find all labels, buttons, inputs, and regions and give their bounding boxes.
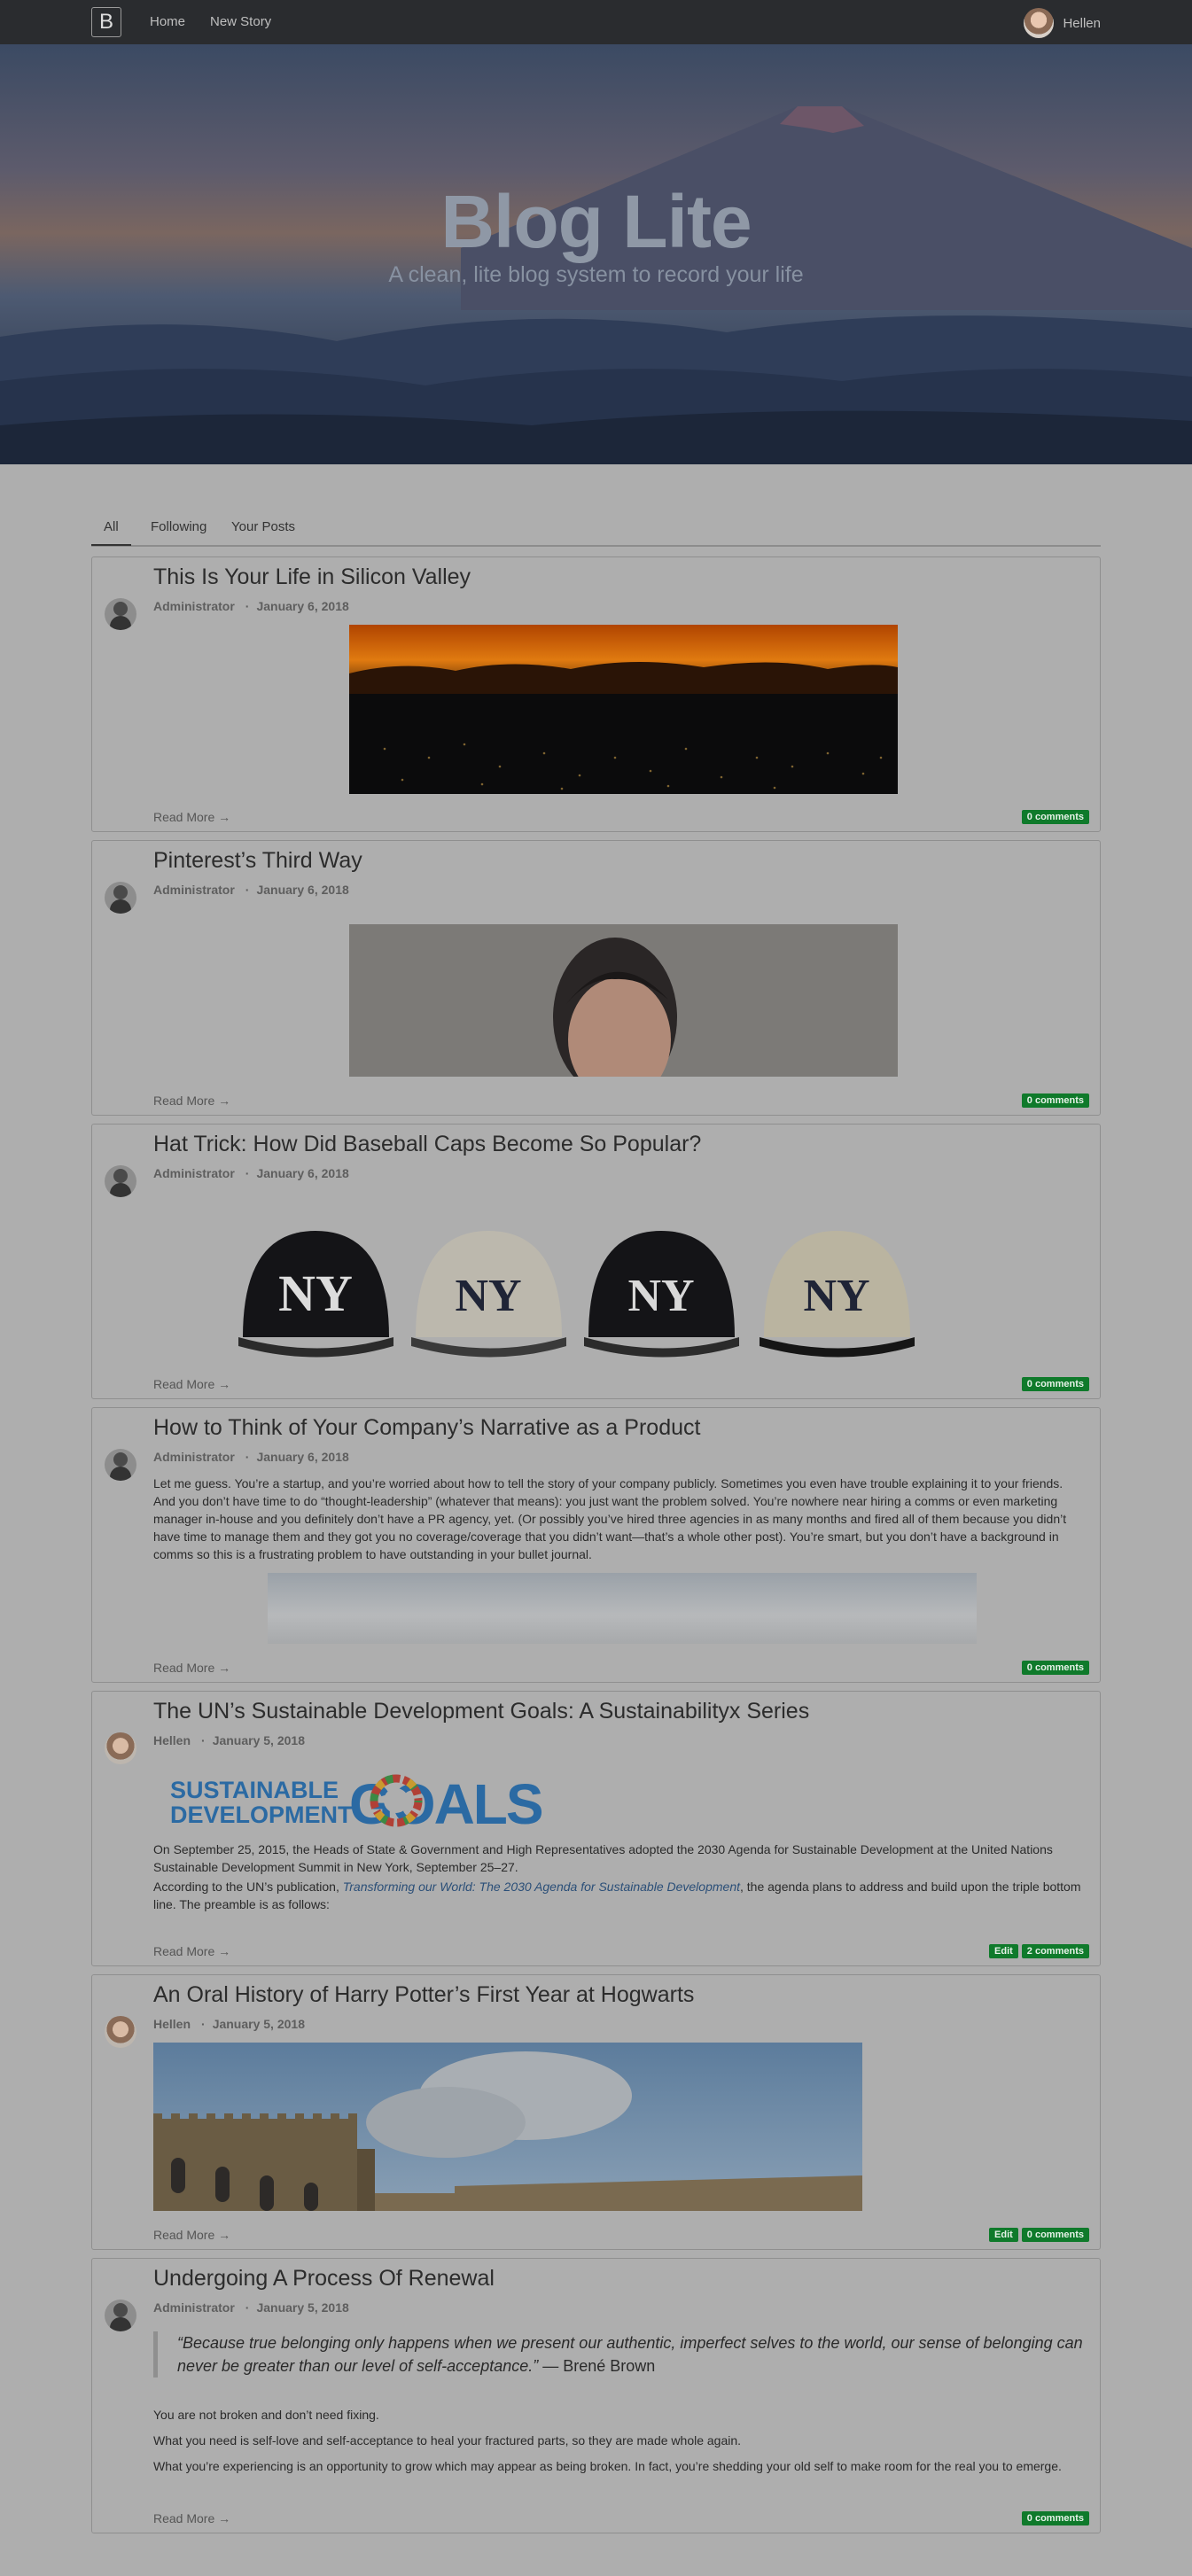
author-name[interactable]: Administrator bbox=[153, 2300, 235, 2315]
post-paragraph: According to the UN’s publication, Trans… bbox=[153, 1879, 1081, 1911]
post-card: This Is Your Life in Silicon Valley Admi… bbox=[91, 556, 1101, 832]
author-avatar bbox=[105, 882, 136, 914]
comments-badge[interactable]: 0 comments bbox=[1021, 1377, 1089, 1391]
author-name[interactable]: Administrator bbox=[153, 599, 235, 613]
post-date: January 6, 2018 bbox=[256, 1450, 349, 1464]
edit-button[interactable]: Edit bbox=[989, 1944, 1018, 1958]
post-cover-image bbox=[349, 625, 898, 794]
read-more-link[interactable]: Read More → bbox=[153, 1944, 230, 1958]
post-title[interactable]: Undergoing A Process Of Renewal bbox=[153, 2266, 495, 2292]
publication-link[interactable]: Transforming our World: The 2030 Agenda … bbox=[343, 1879, 740, 1894]
post-meta: Administrator · January 6, 2018 bbox=[153, 1166, 349, 1180]
post-paragraph: You are not broken and don’t need fixing… bbox=[153, 2408, 379, 2422]
comments-badge[interactable]: 0 comments bbox=[1021, 2228, 1089, 2242]
svg-text:NY: NY bbox=[627, 1271, 694, 1321]
post-meta: Administrator · January 6, 2018 bbox=[153, 599, 349, 613]
read-more-link[interactable]: Read More → bbox=[153, 1093, 230, 1108]
cap-grey-ny: NY bbox=[411, 1231, 566, 1358]
user-avatar bbox=[1024, 8, 1055, 38]
post-meta: Administrator · January 5, 2018 bbox=[153, 2300, 349, 2315]
post-title[interactable]: This Is Your Life in Silicon Valley bbox=[153, 564, 471, 590]
post-card: How to Think of Your Company’s Narrative… bbox=[91, 1407, 1101, 1683]
post-date: January 6, 2018 bbox=[256, 1166, 349, 1180]
author-avatar bbox=[105, 598, 136, 630]
svg-text:NY: NY bbox=[455, 1271, 521, 1321]
svg-text:GOALS: GOALS bbox=[349, 1773, 542, 1828]
post-card: The UN’s Sustainable Development Goals: … bbox=[91, 1691, 1101, 1966]
author-name[interactable]: Administrator bbox=[153, 1450, 235, 1464]
tab-your-posts[interactable]: Your Posts bbox=[228, 519, 299, 544]
comments-badge[interactable]: 0 comments bbox=[1021, 2511, 1089, 2525]
post-date: January 6, 2018 bbox=[256, 883, 349, 897]
post-cover-image bbox=[349, 924, 898, 1077]
post-title[interactable]: Hat Trick: How Did Baseball Caps Become … bbox=[153, 1132, 701, 1157]
comments-badge[interactable]: 0 comments bbox=[1021, 1661, 1089, 1675]
brand-logo[interactable]: B bbox=[91, 7, 121, 37]
cap-black-ny: NY bbox=[238, 1231, 393, 1358]
author-avatar bbox=[105, 1165, 136, 1197]
read-more-link[interactable]: Read More → bbox=[153, 1377, 230, 1391]
post-meta: Hellen · January 5, 2018 bbox=[153, 2017, 305, 2031]
post-cover-image: NY NY NY NY bbox=[234, 1213, 961, 1359]
post-date: January 6, 2018 bbox=[256, 599, 349, 613]
post-card: Hat Trick: How Did Baseball Caps Become … bbox=[91, 1124, 1101, 1399]
author-name[interactable]: Hellen bbox=[153, 2017, 191, 2031]
sdg-logo: SUSTAINABLE DEVELOPMENT GOALS bbox=[170, 1773, 551, 1828]
post-paragraph: What you need is self-love and self-acce… bbox=[153, 2433, 742, 2448]
post-paragraph: On September 25, 2015, the Heads of Stat… bbox=[153, 1842, 1053, 1874]
cap-cream-ny: NY bbox=[760, 1231, 915, 1358]
hero-subtitle: A clean, lite blog system to record your… bbox=[388, 262, 804, 287]
post-quote: “Because true belonging only happens whe… bbox=[153, 2331, 1099, 2378]
svg-text:NY: NY bbox=[278, 1265, 353, 1322]
post-cover-image bbox=[153, 2043, 862, 2211]
author-name[interactable]: Administrator bbox=[153, 1166, 235, 1180]
edit-button[interactable]: Edit bbox=[989, 2228, 1018, 2242]
tab-following[interactable]: Following bbox=[147, 519, 210, 544]
post-filter-tabs: All Following Your Posts bbox=[91, 514, 1101, 547]
nav-new-story-link[interactable]: New Story bbox=[210, 14, 271, 29]
post-meta: Administrator · January 6, 2018 bbox=[153, 883, 349, 897]
read-more-link[interactable]: Read More → bbox=[153, 810, 230, 824]
post-title[interactable]: An Oral History of Harry Potter’s First … bbox=[153, 1982, 694, 2008]
post-card: Undergoing A Process Of Renewal Administ… bbox=[91, 2258, 1101, 2533]
svg-text:SUSTAINABLE: SUSTAINABLE bbox=[170, 1777, 339, 1803]
post-card: An Oral History of Harry Potter’s First … bbox=[91, 1974, 1101, 2250]
post-title[interactable]: Pinterest’s Third Way bbox=[153, 848, 362, 874]
tab-all[interactable]: All bbox=[91, 519, 131, 546]
svg-text:DEVELOPMENT: DEVELOPMENT bbox=[170, 1802, 353, 1828]
post-paragraph: What you’re experiencing is an opportuni… bbox=[153, 2459, 1062, 2473]
post-title[interactable]: The UN’s Sustainable Development Goals: … bbox=[153, 1699, 809, 1724]
hero-banner: Blog Lite A clean, lite blog system to r… bbox=[0, 44, 1192, 464]
post-excerpt: Let me guess. You’re a startup, and you’… bbox=[153, 1476, 1067, 1561]
post-title[interactable]: How to Think of Your Company’s Narrative… bbox=[153, 1415, 700, 1441]
user-menu[interactable]: Hellen bbox=[1024, 8, 1101, 38]
post-meta: Administrator · January 6, 2018 bbox=[153, 1450, 349, 1464]
author-name[interactable]: Administrator bbox=[153, 883, 235, 897]
author-avatar bbox=[105, 2016, 136, 2048]
comments-badge[interactable]: 2 comments bbox=[1021, 1944, 1089, 1958]
svg-text:NY: NY bbox=[803, 1271, 869, 1321]
hero-title: Blog Lite bbox=[440, 180, 752, 263]
author-name[interactable]: Hellen bbox=[153, 1733, 191, 1747]
user-name: Hellen bbox=[1063, 15, 1101, 31]
read-more-link[interactable]: Read More → bbox=[153, 2511, 230, 2525]
post-card: Pinterest’s Third Way Administrator · Janu… bbox=[91, 840, 1101, 1116]
post-date: January 5, 2018 bbox=[212, 1733, 305, 1747]
author-avatar bbox=[105, 2300, 136, 2331]
top-navbar: B Home New Story Hellen bbox=[0, 0, 1192, 44]
nav-home-link[interactable]: Home bbox=[150, 14, 185, 29]
read-more-link[interactable]: Read More → bbox=[153, 1661, 230, 1675]
post-date: January 5, 2018 bbox=[256, 2300, 349, 2315]
comments-badge[interactable]: 0 comments bbox=[1021, 1093, 1089, 1108]
comments-badge[interactable]: 0 comments bbox=[1021, 810, 1089, 824]
post-cover-image bbox=[268, 1573, 977, 1644]
read-more-link[interactable]: Read More → bbox=[153, 2228, 230, 2242]
post-meta: Hellen · January 5, 2018 bbox=[153, 1733, 305, 1747]
post-date: January 5, 2018 bbox=[212, 2017, 305, 2031]
cap-black-ny-2: NY bbox=[584, 1231, 739, 1358]
author-avatar bbox=[105, 1449, 136, 1481]
author-avatar bbox=[105, 1732, 136, 1764]
